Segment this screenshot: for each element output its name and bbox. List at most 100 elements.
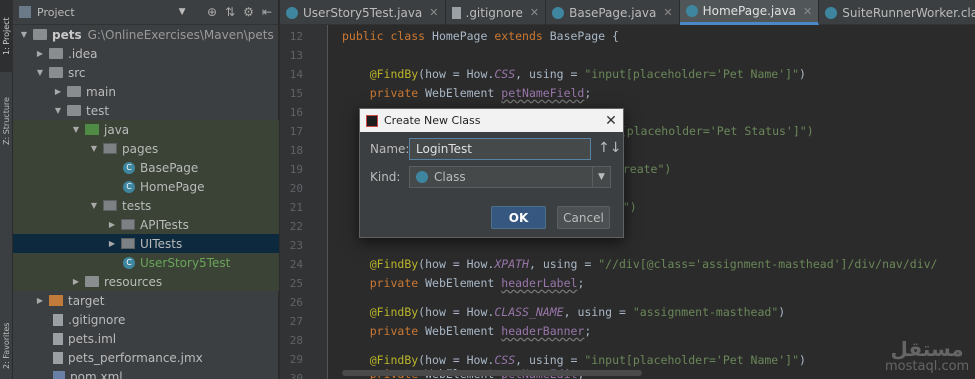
file-icon (53, 332, 63, 345)
tree-item-src[interactable]: ▼ src (13, 63, 279, 82)
expand-arrow-icon[interactable]: ▼ (19, 30, 29, 39)
watermark: مستقل mostaql.com (885, 338, 969, 373)
project-panel: Project ▼ ⊕ ⇅ ⚙ ⇤ ▼ pets G:\OnlineExerci… (13, 0, 279, 379)
package-icon (121, 219, 135, 230)
tree-item-tests[interactable]: ▼ tests (13, 196, 279, 215)
tab-label: .gitignore (465, 5, 523, 20)
intellij-icon (366, 114, 378, 127)
tree-item-pets-iml[interactable]: pets.iml (13, 329, 279, 348)
expand-arrow-icon[interactable]: ▼ (89, 144, 99, 153)
line-number: 18 (289, 144, 303, 157)
chevron-down-icon[interactable]: ▼ (592, 167, 610, 187)
target-icon[interactable]: ⊕ (207, 5, 217, 19)
close-icon[interactable]: ✕ (663, 6, 672, 19)
expand-arrow-icon[interactable]: ▶ (53, 87, 63, 96)
folder-icon (67, 86, 81, 97)
tree-item-homepage[interactable]: C HomePage (13, 177, 279, 196)
horizontal-scrollbar[interactable] (342, 370, 642, 376)
tree-item-label: UserStory5Test (140, 255, 231, 270)
watermark-latin: mostaql.com (885, 359, 970, 374)
tab-label: SuiteRunnerWorker.class (842, 5, 975, 20)
tree-item-gitignore[interactable]: .gitignore (13, 310, 279, 329)
create-new-class-dialog: Create New Class ✕ Name: ↑↓ Kind: Class … (359, 108, 624, 238)
package-icon (121, 238, 135, 249)
line-number: 29 (289, 353, 303, 366)
folder-icon (49, 67, 63, 78)
expand-arrow-icon[interactable]: ▼ (89, 201, 99, 210)
close-icon[interactable]: ✕ (599, 113, 623, 129)
code-line-partial: put[placeholder='Pet Status']") (599, 124, 814, 138)
expand-arrow-icon[interactable]: ▶ (35, 49, 45, 58)
tree-item-pets-performance[interactable]: pets_performance.jmx (13, 348, 279, 367)
file-icon (451, 6, 461, 19)
cancel-button[interactable]: Cancel (557, 206, 610, 229)
vertical-scrollbar[interactable] (968, 25, 975, 379)
code-line-field: private WebElement headerLabel; (369, 276, 585, 290)
tree-item-apitests[interactable]: ▶ APITests (13, 215, 279, 234)
tab-basepage[interactable]: BasePage.java ✕ (546, 0, 680, 25)
close-icon[interactable]: ✕ (530, 6, 539, 19)
tree-item-pages[interactable]: ▼ pages (13, 139, 279, 158)
expand-arrow-icon[interactable]: ▶ (35, 296, 45, 305)
kind-select[interactable]: Class ▼ (409, 166, 611, 188)
expand-arrow-icon[interactable]: ▶ (107, 220, 117, 229)
kind-value: Class (434, 170, 466, 184)
tree-item-label: java (104, 122, 130, 137)
tab-suiterunnerworker[interactable]: SuiteRunnerWorker.class ✕ (819, 0, 975, 25)
structure-tool-tab[interactable]: Z: Structure (0, 86, 13, 156)
tree-item-label: APITests (140, 217, 189, 232)
line-number: 26 (289, 296, 303, 309)
expand-arrow-icon[interactable]: ▶ (107, 239, 117, 248)
line-number: 19 (289, 163, 303, 176)
class-icon (286, 6, 298, 19)
code-line-findby: @FindBy(how = How.CSS, using = "input[pl… (369, 353, 806, 367)
expand-arrow-icon[interactable]: ▼ (35, 68, 45, 77)
ok-button[interactable]: OK (491, 206, 546, 229)
tree-item-pom-xml[interactable]: pom.xml (13, 367, 279, 379)
line-number: 28 (289, 334, 303, 347)
tree-item-main[interactable]: ▶ main (13, 82, 279, 101)
tab-userstory5test[interactable]: UserStory5Test.java ✕ (280, 0, 446, 25)
line-number: 25 (289, 277, 303, 290)
tree-item-label: .idea (68, 46, 98, 61)
collapse-icon[interactable]: ⇅ (225, 5, 235, 19)
tree-item-userstory5test[interactable]: C UserStory5Test (13, 253, 279, 272)
sort-icon[interactable]: ↑↓ (598, 140, 621, 156)
project-panel-title[interactable]: Project (37, 6, 75, 19)
tab-gitignore[interactable]: .gitignore ✕ (446, 0, 547, 25)
tree-item-label: main (86, 84, 116, 99)
folder-icon (67, 105, 81, 116)
folder-icon (33, 29, 47, 40)
caret-down-icon[interactable]: ▼ (179, 7, 186, 17)
expand-arrow-icon[interactable]: ▼ (71, 125, 81, 134)
gear-icon[interactable]: ⚙ (243, 5, 254, 19)
class-name-input[interactable] (409, 138, 591, 160)
expand-arrow-icon[interactable]: ▼ (53, 106, 63, 115)
class-icon (685, 5, 698, 17)
line-number: 14 (289, 68, 303, 81)
tree-item-label: tests (122, 198, 152, 213)
hide-icon[interactable]: ⇤ (262, 5, 272, 19)
tree-item-uitests[interactable]: ▶ UITests (13, 234, 279, 253)
tree-item-path: G:\OnlineExercises\Maven\pets (87, 27, 274, 42)
tree-item-pets[interactable]: ▼ pets G:\OnlineExercises\Maven\pets (13, 25, 279, 44)
favorites-tool-tab[interactable]: 2: Favorites (0, 312, 13, 379)
tab-homepage[interactable]: HomePage.java ✕ (679, 0, 820, 25)
close-icon[interactable]: ✕ (803, 5, 812, 18)
tree-item-idea[interactable]: ▶ .idea (13, 44, 279, 63)
code-line-class-decl: public class HomePage extends BasePage { (342, 29, 619, 43)
tree-item-resources[interactable]: ▶ resources (13, 272, 279, 291)
tree-item-java[interactable]: ▼ java (13, 120, 279, 139)
close-icon[interactable]: ✕ (429, 6, 438, 19)
dialog-title: Create New Class (384, 114, 481, 127)
tree-item-test[interactable]: ▼ test (13, 101, 279, 120)
expand-arrow-icon[interactable]: ▶ (71, 277, 81, 286)
line-number-gutter: 12 13 14 15 16 17 18 19 20 21 22 23 24 2… (280, 25, 328, 379)
tree-item-label: UITests (140, 236, 183, 251)
project-tool-tab[interactable]: 1: Project (0, 0, 13, 72)
tree-item-label: target (68, 293, 105, 308)
tree-item-target[interactable]: ▶ target (13, 291, 279, 310)
tree-item-basepage[interactable]: C BasePage (13, 158, 279, 177)
package-icon (103, 200, 117, 211)
code-line-findby: @FindBy(how = How.XPATH, using = "//div[… (369, 257, 938, 271)
